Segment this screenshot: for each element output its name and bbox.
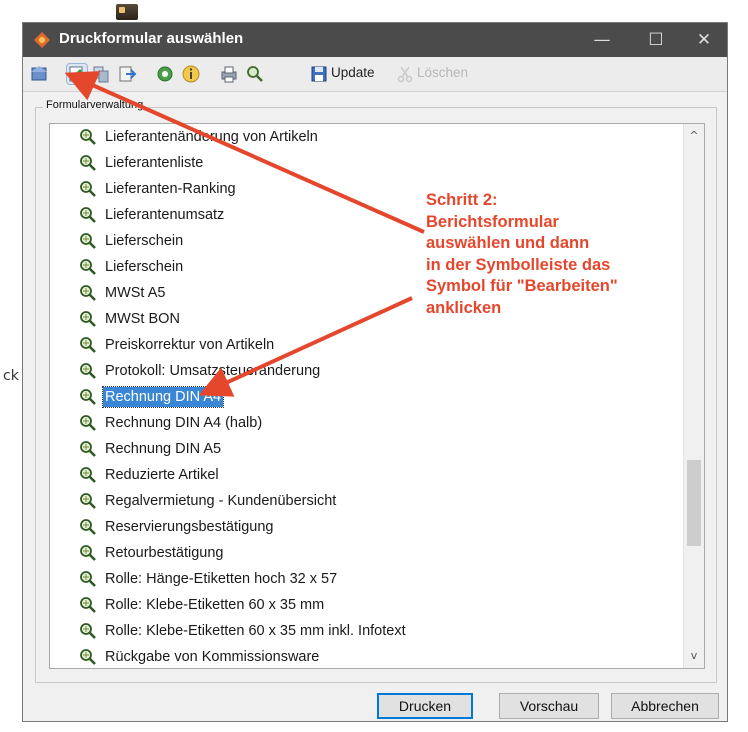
- report-search-icon: [80, 467, 96, 483]
- list-item[interactable]: Rechnung DIN A4 (halb): [50, 410, 680, 436]
- list-item[interactable]: Reduzierte Artikel: [50, 462, 680, 488]
- preview-button[interactable]: Vorschau: [499, 693, 599, 719]
- list-item-label: Lieferanten-Ranking: [105, 181, 236, 197]
- annotation-line: anklicken: [426, 298, 502, 317]
- update-icon[interactable]: [309, 64, 329, 84]
- search-icon[interactable]: [245, 64, 265, 84]
- report-search-icon: [80, 129, 96, 145]
- list-item[interactable]: Lieferantenänderung von Artikeln: [50, 124, 680, 150]
- list-item[interactable]: Preiskorrektur von Artikeln: [50, 332, 680, 358]
- toolbar: Update Löschen: [23, 57, 727, 92]
- report-search-icon: [80, 571, 96, 587]
- window-title: Druckformular auswählen: [59, 30, 244, 47]
- list-item-label: Rolle: Hänge-Etiketten hoch 32 x 57: [105, 571, 338, 587]
- list-item[interactable]: Retourbestätigung: [50, 540, 680, 566]
- list-item[interactable]: Regalvermietung - Kundenübersicht: [50, 488, 680, 514]
- report-search-icon: [80, 649, 96, 665]
- background-app-strip: [0, 0, 748, 22]
- list-item[interactable]: Protokoll: Umsatzsteueränderung: [50, 358, 680, 384]
- annotation-line: Schritt 2:: [426, 191, 498, 209]
- list-item[interactable]: Reservierungsbestätigung: [50, 514, 680, 540]
- report-search-icon: [80, 519, 96, 535]
- list-item-label: MWSt A5: [105, 285, 166, 301]
- home-icon[interactable]: [29, 64, 49, 84]
- list-item[interactable]: Rolle: Hänge-Etiketten hoch 32 x 57: [50, 566, 680, 592]
- list-item-label: Lieferantenänderung von Artikeln: [105, 129, 318, 145]
- list-item-label: Rückgabe von Kommissionsware: [105, 649, 320, 665]
- list-item-label: Preiskorrektur von Artikeln: [105, 337, 275, 353]
- report-search-icon: [80, 493, 96, 509]
- report-search-icon: [80, 155, 96, 171]
- list-item-label: MWSt BON: [105, 311, 180, 327]
- maximize-button[interactable]: ☐: [633, 23, 679, 57]
- print-icon[interactable]: [219, 64, 239, 84]
- tutorial-annotation: Schritt 2: Berichtsformular auswählen und …: [426, 190, 676, 319]
- report-search-icon: [80, 259, 96, 275]
- report-search-icon: [80, 285, 96, 301]
- list-item-label: Protokoll: Umsatzsteueränderung: [105, 363, 321, 379]
- report-search-icon: [80, 623, 96, 639]
- list-item-label: Regalvermietung - Kundenübersicht: [105, 493, 337, 509]
- settings-icon[interactable]: [155, 64, 175, 84]
- scroll-up-button[interactable]: ^: [684, 126, 704, 146]
- info-icon[interactable]: [181, 64, 201, 84]
- print-form-dialog: Druckformular auswählen — ☐ ✕ Update Lös…: [22, 22, 728, 722]
- report-search-icon: [80, 545, 96, 561]
- list-item-label: Rechnung DIN A5: [105, 441, 222, 457]
- background-text: ck: [3, 368, 19, 384]
- app-diamond-icon: [34, 32, 50, 48]
- report-search-icon: [80, 311, 96, 327]
- scroll-down-button[interactable]: v: [684, 646, 704, 666]
- list-item[interactable]: Rolle: Klebe-Etiketten 60 x 35 mm inkl. …: [50, 618, 680, 644]
- app-icon: [116, 4, 138, 20]
- annotation-line: Symbol für "Bearbeiten": [426, 277, 618, 295]
- report-search-icon: [80, 389, 96, 405]
- scissors-icon: [395, 64, 415, 84]
- report-search-icon: [80, 363, 96, 379]
- list-item[interactable]: Rückgabe von Kommissionsware: [50, 644, 680, 668]
- group-label: Formularverwaltung: [43, 99, 147, 111]
- list-item-label: Rechnung DIN A4: [101, 386, 225, 408]
- delete-button: Löschen: [417, 65, 469, 80]
- report-search-icon: [80, 337, 96, 353]
- list-item[interactable]: Lieferantenliste: [50, 150, 680, 176]
- copy-icon[interactable]: [91, 64, 111, 84]
- list-item-label: Lieferschein: [105, 233, 184, 249]
- report-search-icon: [80, 441, 96, 457]
- minimize-button[interactable]: —: [579, 23, 625, 57]
- report-search-icon: [80, 207, 96, 223]
- export-icon[interactable]: [117, 64, 137, 84]
- scrollbar-thumb[interactable]: [687, 460, 701, 546]
- list-item-label: Rolle: Klebe-Etiketten 60 x 35 mm: [105, 597, 325, 613]
- annotation-line: auswählen und dann: [426, 234, 590, 252]
- close-button[interactable]: ✕: [681, 23, 727, 57]
- list-item-label: Lieferschein: [105, 259, 184, 275]
- title-bar[interactable]: Druckformular auswählen — ☐ ✕: [23, 23, 727, 57]
- list-item-label: Rechnung DIN A4 (halb): [105, 415, 263, 431]
- list-item-label: Rolle: Klebe-Etiketten 60 x 35 mm inkl. …: [105, 623, 406, 639]
- list-item[interactable]: Rechnung DIN A4: [50, 384, 680, 410]
- report-search-icon: [80, 233, 96, 249]
- report-search-icon: [80, 597, 96, 613]
- update-button[interactable]: Update: [331, 65, 375, 80]
- vertical-scrollbar[interactable]: ^ v: [683, 124, 704, 668]
- list-item-label: Lieferantenliste: [105, 155, 204, 171]
- list-item-label: Reduzierte Artikel: [105, 467, 219, 483]
- list-item-label: Lieferantenumsatz: [105, 207, 225, 223]
- report-search-icon: [80, 181, 96, 197]
- list-item[interactable]: Rolle: Klebe-Etiketten 60 x 35 mm: [50, 592, 680, 618]
- edit-form-icon[interactable]: [66, 63, 88, 85]
- cancel-button[interactable]: Abbrechen: [611, 693, 719, 719]
- list-item-label: Retourbestätigung: [105, 545, 224, 561]
- list-item[interactable]: Rechnung DIN A5: [50, 436, 680, 462]
- annotation-line: Berichtsformular: [426, 212, 559, 231]
- list-item-label: Reservierungsbestätigung: [105, 519, 274, 535]
- print-button[interactable]: Drucken: [377, 693, 473, 719]
- report-search-icon: [80, 415, 96, 431]
- annotation-line: in der Symbolleiste das: [426, 255, 611, 274]
